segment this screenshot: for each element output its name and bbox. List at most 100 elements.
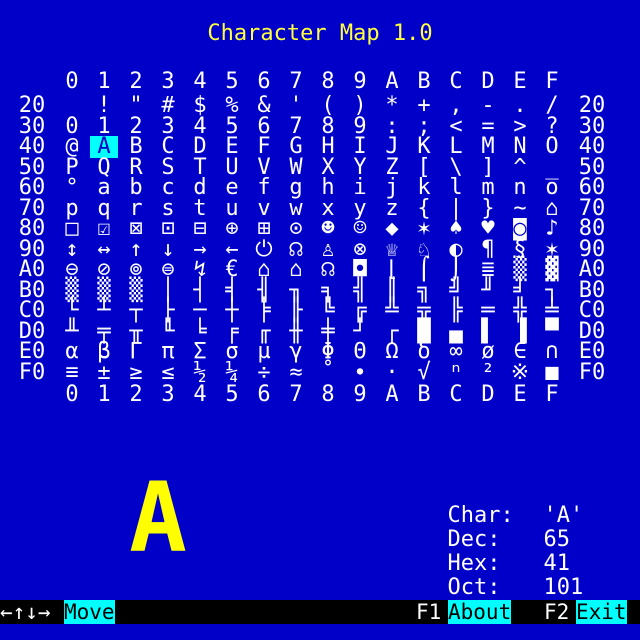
char-cell[interactable]: ˚ xyxy=(312,361,344,383)
char-cell[interactable]: ┼ xyxy=(216,300,248,322)
char-cell[interactable]: € xyxy=(216,259,248,281)
char-cell[interactable]: └ xyxy=(56,300,88,322)
char-cell[interactable]: ) xyxy=(344,95,376,117)
char-cell[interactable]: d xyxy=(184,177,216,199)
char-cell[interactable]: ✶ xyxy=(408,218,440,240)
char-cell[interactable]: F xyxy=(248,136,280,158)
char-cell[interactable]: ⌊ xyxy=(376,259,408,281)
char-cell[interactable]: # xyxy=(152,95,184,117)
char-cell[interactable]: Θ xyxy=(344,341,376,363)
char-cell[interactable]: L xyxy=(440,136,472,158)
char-cell[interactable]: ═ xyxy=(472,300,504,322)
char-cell[interactable]: ♥ xyxy=(472,218,504,240)
char-cell[interactable]: o xyxy=(536,177,568,199)
char-cell[interactable]: ± xyxy=(88,361,120,383)
char-cell[interactable]: ! xyxy=(88,95,120,117)
char-cell[interactable]: l xyxy=(440,177,472,199)
exit-button[interactable]: Exit xyxy=(576,600,627,624)
char-cell[interactable]: ≥ xyxy=(120,361,152,383)
char-cell[interactable]: k xyxy=(408,177,440,199)
char-cell[interactable]: f xyxy=(248,177,280,199)
char-cell[interactable]: ※ xyxy=(504,361,536,383)
char-cell[interactable]: δ xyxy=(408,341,440,363)
char-cell[interactable]: · xyxy=(376,361,408,383)
char-cell[interactable]: √ xyxy=(408,361,440,383)
char-cell[interactable]: + xyxy=(408,95,440,117)
char-cell[interactable]: ■ xyxy=(536,361,568,383)
char-cell[interactable]: ┬ xyxy=(120,300,152,322)
char-cell[interactable]: ♠ xyxy=(440,218,472,240)
char-cell[interactable]: ⌂ xyxy=(280,259,312,281)
char-cell[interactable]: G xyxy=(280,136,312,158)
char-cell[interactable]: M xyxy=(472,136,504,158)
char-cell[interactable]: N xyxy=(504,136,536,158)
char-cell[interactable]: - xyxy=(472,95,504,117)
char-cell[interactable]: " xyxy=(120,95,152,117)
char-cell[interactable]: ▓ xyxy=(536,259,568,281)
char-cell[interactable] xyxy=(56,96,88,116)
char-cell[interactable]: Σ xyxy=(184,341,216,363)
char-cell[interactable]: O xyxy=(536,136,568,158)
char-cell[interactable]: E xyxy=(216,136,248,158)
char-cell[interactable]: ▒ xyxy=(504,259,536,281)
char-cell[interactable]: C xyxy=(152,136,184,158)
char-cell[interactable]: ╦ xyxy=(408,300,440,322)
char-cell[interactable]: h xyxy=(312,177,344,199)
char-cell[interactable]: α xyxy=(56,341,88,363)
char-cell[interactable]: ☻ xyxy=(312,218,344,240)
char-cell[interactable]: J xyxy=(376,136,408,158)
char-cell[interactable]: ☺ xyxy=(344,218,376,240)
char-cell[interactable]: µ xyxy=(248,341,280,363)
char-cell[interactable]: m xyxy=(472,177,504,199)
char-cell[interactable]: ∞ xyxy=(440,341,472,363)
char-cell[interactable]: ☊ xyxy=(312,259,344,281)
char-cell[interactable]: ⊕ xyxy=(216,218,248,240)
char-cell[interactable]: ø xyxy=(472,341,504,363)
char-cell[interactable]: I xyxy=(344,136,376,158)
char-cell[interactable]: c xyxy=(152,177,184,199)
char-cell[interactable]: □ xyxy=(56,218,88,240)
char-cell[interactable]: γ xyxy=(280,341,312,363)
char-cell[interactable]: ¼ xyxy=(216,361,248,383)
char-cell[interactable]: ◘ xyxy=(344,259,376,281)
char-cell[interactable]: ♪ xyxy=(536,218,568,240)
char-cell[interactable]: H xyxy=(312,136,344,158)
char-cell[interactable]: π xyxy=(152,341,184,363)
char-cell[interactable]: ⌠ xyxy=(408,259,440,281)
char-cell[interactable]: & xyxy=(248,95,280,117)
char-cell[interactable]: ≤ xyxy=(152,361,184,383)
char-cell[interactable]: β xyxy=(88,341,120,363)
char-cell[interactable]: ╟ xyxy=(280,300,312,322)
char-cell[interactable]: ╞ xyxy=(248,300,280,322)
char-cell[interactable]: ├ xyxy=(152,300,184,322)
char-cell[interactable]: ┴ xyxy=(88,300,120,322)
char-cell[interactable]: ( xyxy=(312,95,344,117)
char-cell[interactable]: D xyxy=(184,136,216,158)
char-cell[interactable]: ⊙ xyxy=(280,218,312,240)
char-cell[interactable]: ≣ xyxy=(472,259,504,281)
char-cell[interactable]: ⊚ xyxy=(120,259,152,281)
char-cell[interactable]: ◆ xyxy=(376,218,408,240)
char-cell[interactable]: σ xyxy=(216,341,248,363)
about-button[interactable]: About xyxy=(448,600,512,624)
char-cell[interactable]: ⊠ xyxy=(120,218,152,240)
char-cell[interactable]: ↯ xyxy=(184,259,216,281)
char-cell[interactable]: j xyxy=(376,177,408,199)
char-cell[interactable]: ╧ xyxy=(536,300,568,322)
char-cell[interactable]: B xyxy=(120,136,152,158)
char-cell[interactable]: . xyxy=(504,95,536,117)
char-cell[interactable]: ╬ xyxy=(504,300,536,322)
char-cell[interactable]: , xyxy=(440,95,472,117)
char-cell[interactable]: ⊞ xyxy=(248,218,280,240)
char-cell[interactable]: ⌡ xyxy=(440,259,472,281)
char-cell[interactable]: Ω xyxy=(376,341,408,363)
char-cell[interactable]: ⁿ xyxy=(440,361,472,383)
char-cell[interactable]: n xyxy=(504,177,536,199)
char-cell[interactable]: Γ xyxy=(120,341,152,363)
char-cell[interactable]: ∩ xyxy=(536,341,568,363)
char-cell[interactable]: ' xyxy=(280,95,312,117)
char-cell[interactable]: ² xyxy=(472,361,504,383)
char-cell[interactable]: Φ xyxy=(312,341,344,363)
char-cell[interactable]: e xyxy=(216,177,248,199)
char-cell[interactable]: ╚ xyxy=(312,300,344,322)
